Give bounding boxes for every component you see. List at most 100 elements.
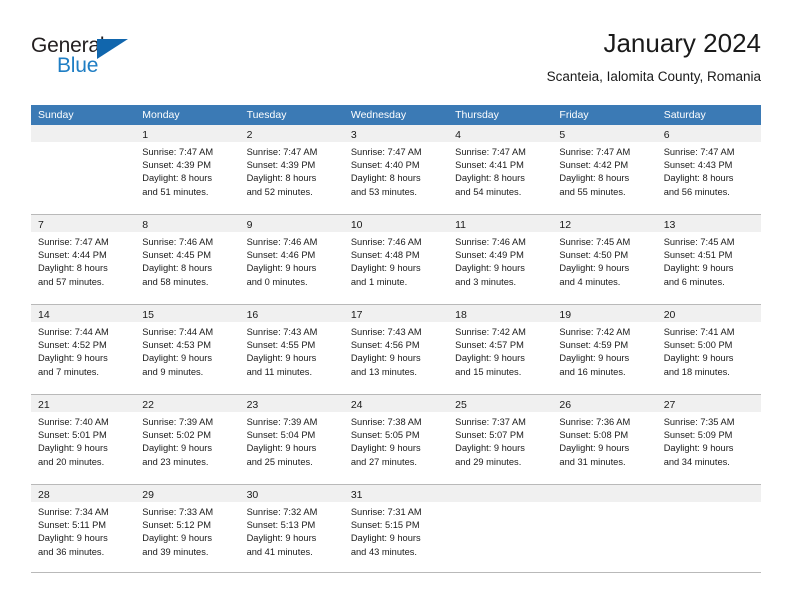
calendar-day-cell[interactable]: 4 Sunrise: 7:47 AM Sunset: 4:41 PM Daylight… [448,125,553,214]
daylight-text-line1: Daylight: 9 hours [246,533,317,544]
calendar-day-cell[interactable]: 8 Sunrise: 7:46 AM Sunset: 4:45 PM Daylight… [135,215,240,304]
sunrise-text: Sunrise: 7:43 AM [350,327,422,337]
daylight-text-line2: and 31 minutes. [559,456,626,467]
day-number-band: 16 [239,305,344,322]
daylight-text-line1: Daylight: 9 hours [246,353,317,364]
sunset-text: Sunset: 4:41 PM [455,160,524,171]
calendar-day-cell[interactable]: 19 Sunrise: 7:42 AM Sunset: 4:59 PM Dayligh… [552,305,657,394]
calendar-day-cell[interactable]: 30 Sunrise: 7:32 AM Sunset: 5:13 PM Dayligh… [239,485,344,574]
calendar-week-row: 28 Sunrise: 7:34 AM Sunset: 5:11 PM Dayligh… [31,484,761,574]
calendar-day-cell[interactable]: 24 Sunrise: 7:38 AM Sunset: 5:05 PM Dayligh… [343,395,449,484]
sunrise-text: Sunrise: 7:47 AM [559,147,631,157]
day-number-band: 29 [135,485,240,502]
daylight-text-line2: and 18 minutes. [663,366,730,377]
sunrise-text: Sunrise: 7:35 AM [663,417,735,427]
daylight-text-line1: Daylight: 9 hours [559,443,630,454]
day-number: 7 [38,219,44,231]
day-number: 10 [350,219,363,231]
calendar-day-cell[interactable]: 7 Sunrise: 7:47 AM Sunset: 4:44 PM Daylight… [31,215,136,304]
calendar-day-cell-empty [31,125,136,214]
calendar-day-cell[interactable]: 2 Sunrise: 7:47 AM Sunset: 4:39 PM Daylight… [239,125,344,214]
day-details: Sunrise: 7:45 AM Sunset: 4:50 PM Daylight:… [552,232,656,289]
calendar-day-cell[interactable]: 13 Sunrise: 7:45 AM Sunset: 4:51 PM Dayligh… [656,215,761,304]
sunset-text: Sunset: 4:51 PM [663,250,733,261]
calendar-day-cell[interactable]: 3 Sunrise: 7:47 AM Sunset: 4:40 PM Daylight… [343,125,449,214]
day-number: 23 [246,399,259,411]
calendar-day-cell[interactable]: 18 Sunrise: 7:42 AM Sunset: 4:57 PM Dayligh… [448,305,553,394]
calendar-day-cell[interactable]: 10 Sunrise: 7:46 AM Sunset: 4:48 PM Dayligh… [343,215,449,304]
day-number-band: 6 [656,125,761,142]
sunset-text: Sunset: 4:57 PM [455,340,524,351]
calendar-day-cell[interactable]: 25 Sunrise: 7:37 AM Sunset: 5:07 PM Dayligh… [448,395,553,484]
weekday-header-thursday: Thursday [455,109,499,121]
calendar-day-cell[interactable]: 22 Sunrise: 7:39 AM Sunset: 5:02 PM Dayligh… [135,395,240,484]
day-details: Sunrise: 7:43 AM Sunset: 4:56 PM Daylight:… [344,322,448,379]
day-number: 22 [142,399,154,411]
day-number-band: 21 [31,395,136,412]
calendar-day-cell[interactable]: 11 Sunrise: 7:46 AM Sunset: 4:49 PM Dayligh… [448,215,553,304]
calendar-day-cell[interactable]: 1 Sunrise: 7:47 AM Sunset: 4:39 PM Daylight… [135,125,240,214]
sunset-text: Sunset: 4:48 PM [350,250,420,261]
calendar-day-cell[interactable]: 9 Sunrise: 7:46 AM Sunset: 4:46 PM Daylight… [239,215,344,304]
calendar-day-cell[interactable]: 23 Sunrise: 7:39 AM Sunset: 5:04 PM Dayligh… [239,395,344,484]
page-header: General Blue January 2024 Scanteia, Ialo… [31,28,761,98]
daylight-text-line1: Daylight: 9 hours [142,533,213,544]
sunrise-text: Sunrise: 7:36 AM [559,417,631,427]
sunrise-text: Sunrise: 7:42 AM [455,327,526,337]
day-details: Sunrise: 7:33 AM Sunset: 5:12 PM Daylight:… [135,502,239,559]
sunrise-text: Sunrise: 7:43 AM [246,327,318,337]
calendar-day-cell-empty [552,485,657,574]
general-blue-logo[interactable]: General Blue [31,34,151,86]
day-number: 17 [350,309,363,321]
calendar-day-cell[interactable]: 16 Sunrise: 7:43 AM Sunset: 4:55 PM Dayligh… [239,305,344,394]
day-number: 11 [455,219,467,231]
calendar-day-cell[interactable]: 28 Sunrise: 7:34 AM Sunset: 5:11 PM Dayligh… [31,485,136,574]
day-number-band: 25 [448,395,553,412]
daylight-text-line2: and 57 minutes. [38,276,105,287]
calendar-day-cell[interactable]: 21 Sunrise: 7:40 AM Sunset: 5:01 PM Dayligh… [31,395,136,484]
calendar-day-cell[interactable]: 27 Sunrise: 7:35 AM Sunset: 5:09 PM Dayligh… [656,395,761,484]
day-number-band: 31 [343,485,449,502]
day-number-band: 27 [656,395,761,412]
day-number-band: 13 [656,215,761,232]
calendar-day-cell[interactable]: 12 Sunrise: 7:45 AM Sunset: 4:50 PM Dayligh… [552,215,657,304]
sunrise-text: Sunrise: 7:42 AM [559,327,631,337]
sunset-text: Sunset: 5:04 PM [246,430,316,441]
calendar-day-cell[interactable]: 6 Sunrise: 7:47 AM Sunset: 4:43 PM Daylight… [656,125,761,214]
daylight-text-line1: Daylight: 9 hours [142,353,213,364]
sunset-text: Sunset: 5:11 PM [38,520,107,531]
daylight-text-line2: and 54 minutes. [455,186,522,197]
day-number: 19 [559,309,572,321]
calendar-day-cell[interactable]: 31 Sunrise: 7:31 AM Sunset: 5:15 PM Dayligh… [343,485,449,574]
sunrise-text: Sunrise: 7:41 AM [663,327,735,337]
sunset-text: Sunset: 5:05 PM [350,430,420,441]
day-number-band [656,485,761,502]
daylight-text-line2: and 41 minutes. [246,546,313,557]
day-details: Sunrise: 7:35 AM Sunset: 5:09 PM Daylight:… [657,412,761,469]
page-subtitle: Scanteia, Ialomita County, Romania [546,69,761,84]
day-details: Sunrise: 7:47 AM Sunset: 4:44 PM Daylight:… [31,232,135,289]
day-details: Sunrise: 7:38 AM Sunset: 5:05 PM Daylight:… [344,412,448,469]
calendar-day-cell[interactable]: 15 Sunrise: 7:44 AM Sunset: 4:53 PM Dayligh… [135,305,240,394]
day-number-band: 8 [135,215,240,232]
day-details: Sunrise: 7:45 AM Sunset: 4:51 PM Daylight:… [657,232,761,289]
daylight-text-line2: and 16 minutes. [559,366,626,377]
day-number-band: 22 [135,395,240,412]
day-number: 4 [455,129,461,141]
sunset-text: Sunset: 5:09 PM [663,430,733,441]
blue-triangle-icon [97,39,128,59]
calendar-day-cell[interactable]: 17 Sunrise: 7:43 AM Sunset: 4:56 PM Dayligh… [343,305,449,394]
daylight-text-line2: and 20 minutes. [38,456,105,467]
daylight-text-line1: Daylight: 9 hours [142,443,213,454]
calendar-day-cell[interactable]: 5 Sunrise: 7:47 AM Sunset: 4:42 PM Daylight… [552,125,657,214]
day-details [448,502,552,506]
daylight-text-line2: and 3 minutes. [455,276,517,287]
day-number: 29 [142,489,154,501]
calendar-day-cell[interactable]: 14 Sunrise: 7:44 AM Sunset: 4:52 PM Dayligh… [31,305,136,394]
calendar-day-cell[interactable]: 26 Sunrise: 7:36 AM Sunset: 5:08 PM Dayligh… [552,395,657,484]
daylight-text-line1: Daylight: 8 hours [38,263,108,274]
sunset-text: Sunset: 4:59 PM [559,340,629,351]
calendar-day-cell[interactable]: 20 Sunrise: 7:41 AM Sunset: 5:00 PM Dayligh… [656,305,761,394]
calendar-day-cell[interactable]: 29 Sunrise: 7:33 AM Sunset: 5:12 PM Dayligh… [135,485,240,574]
day-number-band: 3 [343,125,449,142]
